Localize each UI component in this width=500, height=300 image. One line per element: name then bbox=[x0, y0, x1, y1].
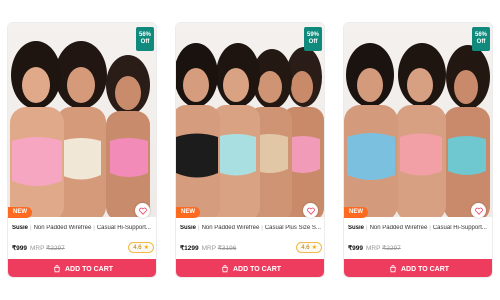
heart-icon bbox=[306, 207, 315, 215]
product-desc: Casual Hi-Support... bbox=[96, 225, 151, 231]
cart-icon bbox=[54, 265, 60, 273]
wishlist-button[interactable] bbox=[135, 203, 150, 218]
product-meta: Susie | Non Padded Wirefree | Casual Hi-Supp… bbox=[348, 225, 487, 231]
cart-icon bbox=[222, 265, 228, 273]
brand-name: Susie bbox=[12, 225, 29, 231]
new-badge: NEW bbox=[344, 207, 368, 218]
mrp-label: MRP bbox=[365, 245, 381, 252]
rating-badge: 4.6 ★ bbox=[296, 242, 322, 253]
price-row: ₹999 MRP ₹2297 4.6 ★ bbox=[12, 242, 154, 254]
product-card[interactable]: 59% Off NEW Susie | Non Padded Wirefree | Ca… bbox=[175, 22, 325, 278]
add-to-cart-button[interactable]: ADD TO CART bbox=[344, 259, 492, 277]
mrp-label: MRP bbox=[201, 245, 216, 252]
wishlist-button[interactable] bbox=[303, 203, 318, 218]
mrp-value: ₹2297 bbox=[46, 245, 65, 252]
discount-label: Off bbox=[308, 39, 318, 45]
product-image[interactable]: 56% Off bbox=[8, 23, 156, 217]
rating-badge: 4.6 ★ bbox=[128, 242, 154, 253]
new-badge: NEW bbox=[8, 207, 32, 218]
heart-icon bbox=[474, 207, 483, 215]
product-title: Non Padded Wirefree bbox=[369, 225, 428, 231]
discount-badge: 59% Off bbox=[304, 27, 322, 51]
star-icon: ★ bbox=[143, 245, 149, 251]
product-image[interactable]: 56% Off bbox=[344, 23, 492, 217]
new-badge: NEW bbox=[176, 207, 200, 218]
price-row: ₹999 MRP ₹2297 bbox=[348, 242, 490, 254]
product-title: Non Padded Wirefree bbox=[33, 225, 92, 231]
add-to-cart-button[interactable]: ADD TO CART bbox=[176, 259, 324, 277]
product-image[interactable]: 59% Off bbox=[176, 23, 324, 217]
brand-name: Susie bbox=[180, 225, 197, 231]
add-to-cart-button[interactable]: ADD TO CART bbox=[8, 259, 156, 277]
price: ₹1299 bbox=[180, 245, 199, 252]
add-to-cart-label: ADD TO CART bbox=[232, 265, 282, 273]
discount-label: Off bbox=[476, 39, 486, 45]
add-to-cart-label: ADD TO CART bbox=[64, 265, 114, 273]
mrp-value: ₹3196 bbox=[217, 245, 237, 252]
discount-percent: 56% bbox=[138, 31, 151, 38]
discount-badge: 56% Off bbox=[136, 27, 154, 51]
mrp: MRP ₹2297 bbox=[366, 244, 401, 252]
rating-value: 4.6 bbox=[133, 244, 142, 251]
product-title: Non Padded Wirefree bbox=[201, 225, 260, 231]
product-card[interactable]: 56% Off NEW Susie | Non Padded Wirefree | Ca… bbox=[7, 22, 157, 278]
discount-badge: 56% Off bbox=[472, 27, 490, 51]
brand-name: Susie bbox=[348, 225, 365, 231]
price-row: ₹1299 MRP ₹3196 4.6 ★ bbox=[180, 242, 322, 254]
mrp: MRP ₹3196 bbox=[202, 244, 237, 252]
product-card[interactable]: 56% Off NEW Susie | Non Padded Wirefree | Ca… bbox=[343, 22, 493, 278]
mrp-label: MRP bbox=[29, 245, 45, 252]
discount-percent: 56% bbox=[474, 31, 487, 38]
rating-value: 4.6 bbox=[301, 244, 310, 251]
star-icon: ★ bbox=[311, 245, 317, 251]
discount-label: Off bbox=[140, 39, 150, 45]
product-desc: Casual Plus Size S... bbox=[264, 225, 321, 231]
discount-percent: 59% bbox=[306, 31, 319, 38]
wishlist-button[interactable] bbox=[471, 203, 486, 218]
price: ₹999 bbox=[348, 245, 363, 252]
mrp-value: ₹2297 bbox=[382, 245, 401, 252]
product-grid: 56% Off NEW Susie | Non Padded Wirefree | Ca… bbox=[0, 0, 500, 300]
heart-icon bbox=[138, 207, 147, 215]
product-desc: Casual Hi-Support... bbox=[432, 225, 487, 231]
price: ₹999 bbox=[12, 245, 27, 252]
add-to-cart-label: ADD TO CART bbox=[400, 265, 450, 273]
mrp: MRP ₹2297 bbox=[30, 244, 65, 252]
product-meta: Susie | Non Padded Wirefree | Casual Hi-Supp… bbox=[12, 225, 151, 231]
product-meta: Susie | Non Padded Wirefree | Casual Plus Si… bbox=[180, 225, 321, 231]
cart-icon bbox=[390, 265, 396, 273]
